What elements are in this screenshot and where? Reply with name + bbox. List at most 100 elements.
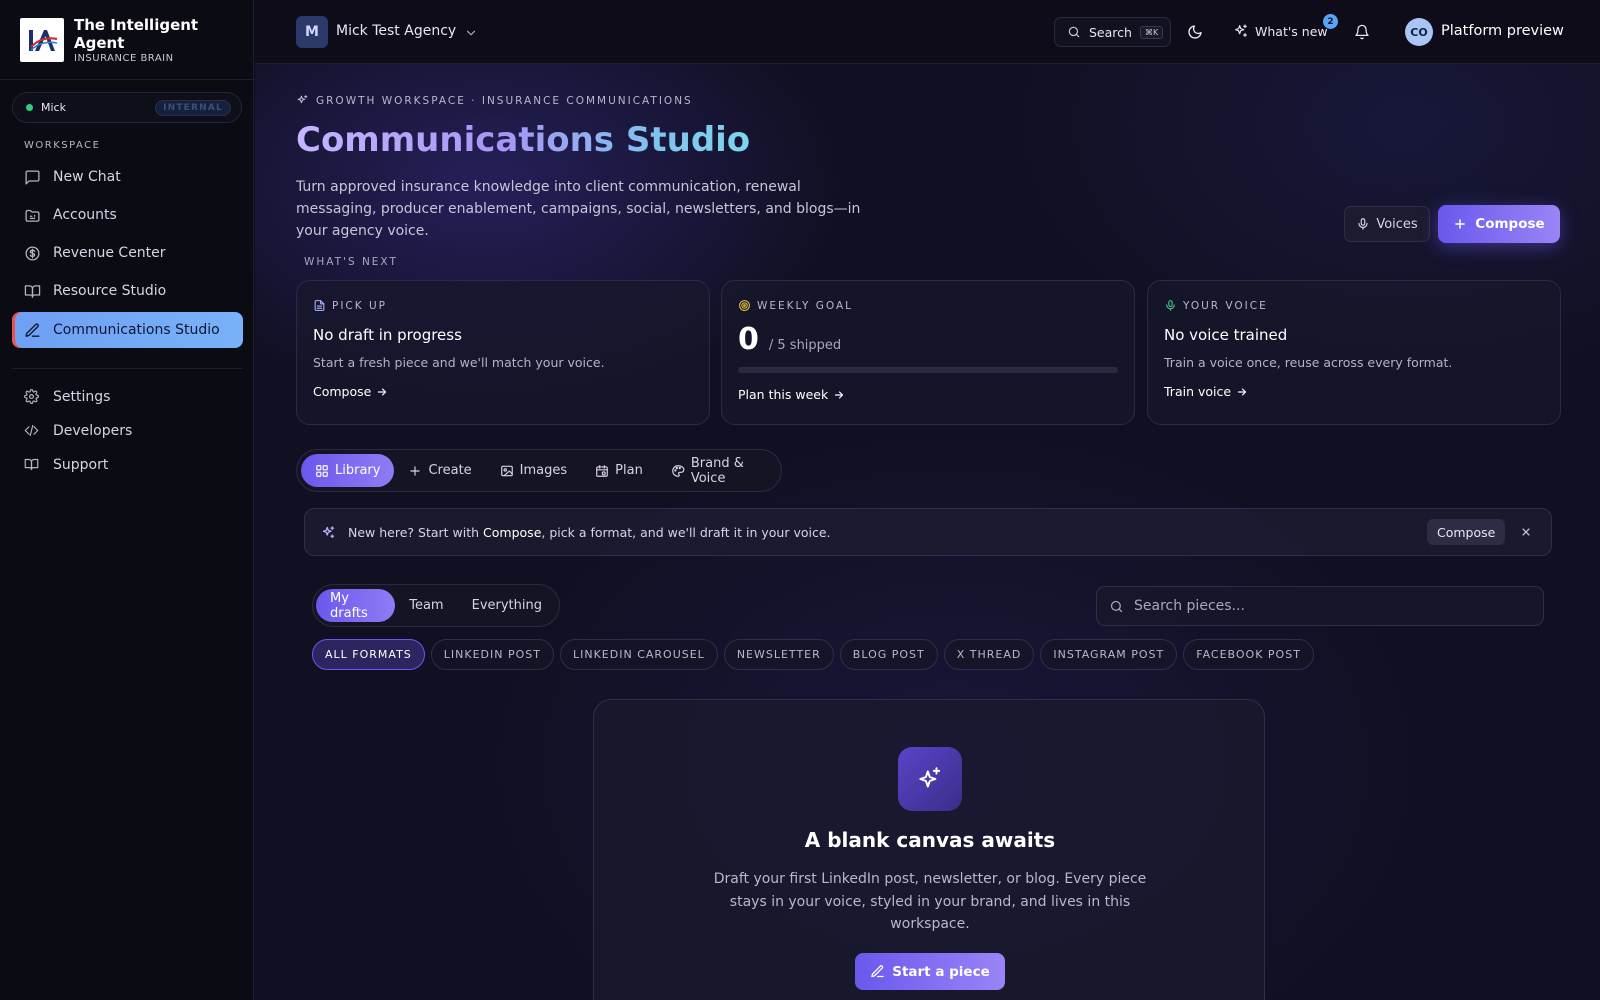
user-role-badge: INTERNAL: [155, 99, 231, 116]
sidebar-item-resource-studio[interactable]: Resource Studio: [12, 273, 243, 309]
search-pieces-field[interactable]: [1096, 586, 1544, 626]
chip-facebook-post[interactable]: FACEBOOK POST: [1183, 639, 1314, 670]
onboarding-banner: New here? Start with Compose , pick a fo…: [304, 508, 1552, 556]
scope-my-drafts[interactable]: My drafts: [316, 589, 396, 622]
sidebar-item-label: Developers: [53, 423, 133, 439]
banner-compose-button[interactable]: Compose: [1427, 519, 1506, 545]
pickup-link-label: Compose: [313, 384, 372, 399]
chip-instagram-post[interactable]: INSTAGRAM POST: [1040, 639, 1178, 670]
page-description: Turn approved insurance knowledge into c…: [296, 179, 861, 239]
voice-link-label: Train voice: [1164, 384, 1232, 399]
profile-label[interactable]: Platform preview: [1441, 23, 1564, 39]
tab-images[interactable]: Images: [486, 454, 582, 487]
sidebar-item-settings[interactable]: Settings: [12, 379, 243, 415]
whats-new-count-badge: 2: [1323, 14, 1338, 29]
compose-button[interactable]: Compose: [1438, 205, 1560, 243]
empty-state: A blank canvas awaits Draft your first L…: [593, 699, 1265, 1000]
whats-next-label: WHAT'S NEXT: [304, 256, 398, 268]
page-title: Communications Studio: [296, 120, 751, 160]
search-label: Search: [1089, 24, 1132, 40]
profile-avatar[interactable]: CO: [1405, 18, 1433, 46]
banner-suffix: , pick a format, and we'll draft it in y…: [541, 524, 831, 540]
sidebar-item-accounts[interactable]: Accounts: [12, 197, 243, 233]
sidebar-item-support[interactable]: Support: [12, 447, 243, 483]
tab-brand-voice[interactable]: Brand & Voice: [657, 454, 777, 487]
search-pieces-input[interactable]: [1134, 598, 1534, 614]
start-piece-button[interactable]: Start a piece: [855, 953, 1005, 990]
sidebar-item-label: Revenue Center: [53, 245, 166, 261]
sidebar-item-label: Accounts: [53, 207, 117, 223]
pickup-text: Start a fresh piece and we'll match your…: [313, 355, 605, 370]
sidebar-item-revenue-center[interactable]: Revenue Center: [12, 235, 243, 271]
close-icon[interactable]: [1519, 525, 1533, 539]
global-search-button[interactable]: Search ⌘K: [1054, 17, 1171, 47]
sparkles-icon: [898, 747, 962, 811]
brand-title: The Intelligent Agent: [74, 15, 199, 52]
tab-library[interactable]: Library: [301, 454, 395, 487]
search-icon: [1109, 599, 1124, 614]
scope-filter: My drafts Team Everything: [312, 584, 560, 627]
online-status-dot: [26, 104, 33, 111]
target-icon: [738, 299, 751, 312]
sidebar-item-new-chat[interactable]: New Chat: [12, 159, 243, 195]
sidebar-item-label: New Chat: [53, 169, 121, 185]
voice-eyebrow: YOUR VOICE: [1183, 299, 1268, 312]
agency-switcher[interactable]: Mick Test Agency: [336, 23, 456, 39]
calendar-icon: [595, 464, 609, 478]
sidebar-item-developers[interactable]: Developers: [12, 413, 243, 449]
document-icon: [313, 299, 326, 312]
chip-newsletter[interactable]: NEWSLETTER: [723, 639, 834, 670]
arrow-right-icon: [376, 386, 388, 398]
gear-icon: [24, 388, 41, 406]
scope-everything[interactable]: Everything: [458, 589, 556, 622]
brand[interactable]: The Intelligent Agent INSURANCE BRAIN: [0, 0, 253, 80]
chip-x-thread[interactable]: X THREAD: [943, 639, 1035, 670]
tab-label: Plan: [615, 463, 643, 478]
sidebar-item-communications-studio[interactable]: Communications Studio: [12, 312, 243, 348]
microphone-icon: [1356, 217, 1370, 231]
sidebar-item-label: Resource Studio: [53, 283, 167, 299]
whats-new-label: What's new: [1255, 23, 1328, 39]
pickup-compose-link[interactable]: Compose: [313, 384, 388, 399]
empty-state-text: Draft your first LinkedIn post, newslett…: [713, 871, 1147, 932]
moon-icon[interactable]: [1187, 24, 1203, 40]
train-voice-link[interactable]: Train voice: [1164, 384, 1248, 399]
brand-logo: [20, 17, 64, 62]
pickup-title: No draft in progress: [313, 326, 462, 344]
goal-link-label: Plan this week: [738, 387, 829, 402]
book-icon: [24, 283, 41, 300]
brand-subtitle: INSURANCE BRAIN: [74, 52, 174, 64]
sidebar: The Intelligent Agent INSURANCE BRAIN Mi…: [0, 0, 254, 1000]
bell-icon[interactable]: [1354, 24, 1370, 40]
chip-all-formats[interactable]: ALL FORMATS: [312, 639, 425, 670]
chip-blog-post[interactable]: BLOG POST: [839, 639, 938, 670]
scope-team[interactable]: Team: [395, 589, 457, 622]
sidebar-item-label: Settings: [53, 389, 111, 405]
chevron-down-icon[interactable]: [464, 26, 478, 40]
page-eyebrow-text: GROWTH WORKSPACE · INSURANCE COMMUNICATI…: [316, 94, 693, 107]
chip-linkedin-carousel[interactable]: LINKEDIN CAROUSEL: [559, 639, 718, 670]
tab-label: Library: [335, 463, 381, 478]
user-name: Mick: [41, 101, 66, 114]
sparkles-icon: [296, 94, 309, 107]
tab-plan[interactable]: Plan: [581, 454, 657, 487]
whats-new-button[interactable]: What's new: [1233, 23, 1328, 39]
format-chips: ALL FORMATS LINKEDIN POST LINKEDIN CAROU…: [312, 639, 1320, 670]
sidebar-item-label: Support: [53, 457, 109, 473]
voice-card: YOUR VOICE No voice trained Train a voic…: [1147, 280, 1561, 425]
sparkles-icon: [321, 525, 336, 540]
voices-button[interactable]: Voices: [1344, 206, 1430, 242]
search-icon: [1067, 25, 1081, 39]
empty-state-title: A blank canvas awaits: [804, 828, 1056, 852]
compose-label: Compose: [1475, 216, 1545, 232]
sidebar-item-label: Communications Studio: [53, 322, 220, 338]
chip-linkedin-post[interactable]: LINKEDIN POST: [430, 639, 554, 670]
dollar-icon: [24, 245, 41, 262]
topbar: M Mick Test Agency Search ⌘K What's new …: [255, 0, 1600, 64]
plan-week-link[interactable]: Plan this week: [738, 387, 845, 402]
search-shortcut: ⌘K: [1139, 25, 1164, 39]
agency-avatar[interactable]: M: [296, 16, 328, 48]
book-icon: [24, 457, 41, 474]
user-switcher[interactable]: Mick INTERNAL: [12, 92, 242, 123]
tab-create[interactable]: Create: [394, 454, 485, 487]
